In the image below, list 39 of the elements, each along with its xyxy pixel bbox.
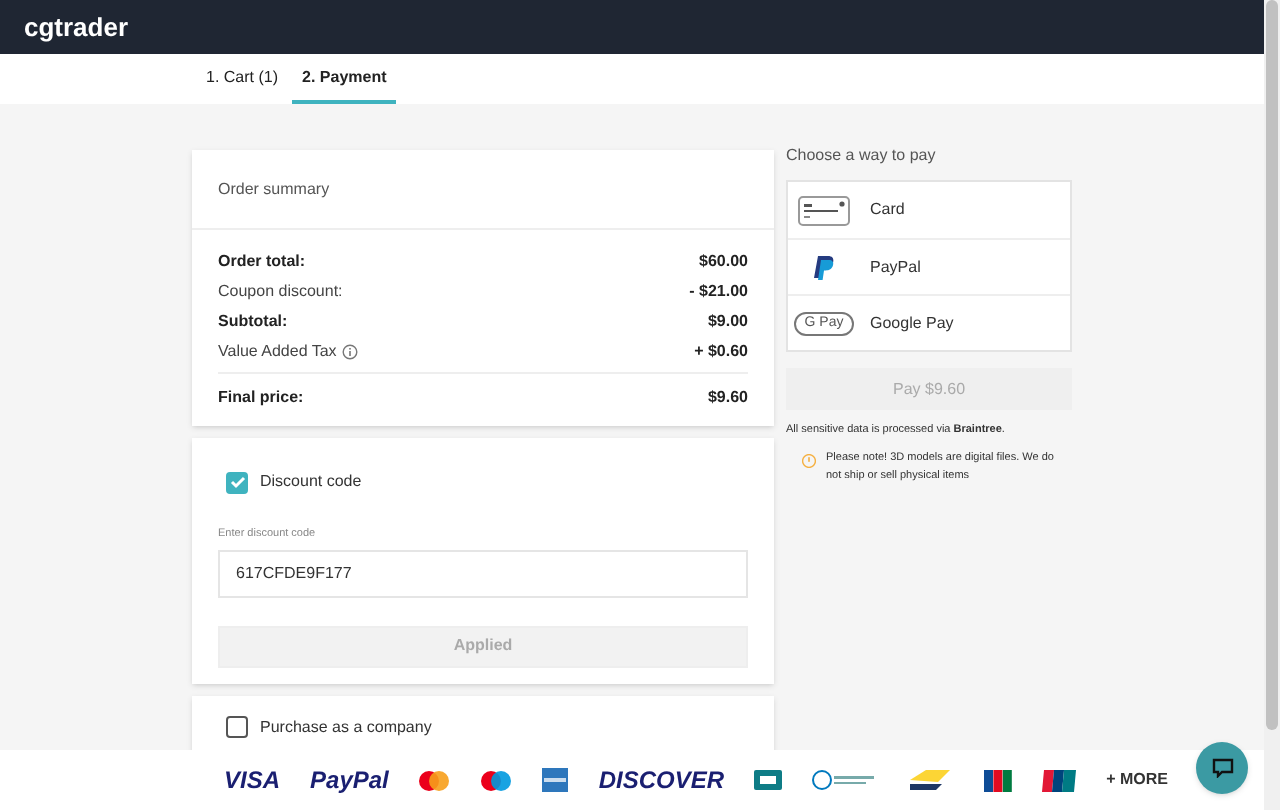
brand-logo-text: DISCOVER — [598, 764, 725, 798]
diners-club-icon — [812, 770, 877, 790]
checkbox-label: Discount code — [260, 470, 362, 494]
jcb-icon — [984, 769, 1013, 791]
final-price-label: Final price: — [218, 386, 304, 410]
section-title: Choose a way to pay — [786, 144, 938, 168]
step-tab[interactable]: 2. Payment — [292, 54, 397, 104]
summary-label: Value Added Tax — [218, 339, 337, 363]
card-title: Order summary — [218, 177, 330, 201]
summary-value: + $0.60 — [694, 339, 748, 363]
payment-method-option[interactable]: PayPal — [788, 238, 1070, 294]
more-link[interactable]: + MORE — [1106, 768, 1168, 792]
card-icon — [798, 195, 850, 225]
checkbox-label: Purchase as a company — [260, 715, 432, 740]
brand-logo-text: VISA — [224, 764, 281, 798]
checkbox[interactable] — [226, 716, 248, 739]
amex-icon — [542, 768, 569, 792]
summary-value: $60.00 — [699, 249, 748, 273]
summary-label: Coupon discount: — [218, 279, 343, 303]
info-icon — [342, 343, 359, 359]
discount-code-field[interactable]: 617CFDE9F177 — [218, 549, 748, 598]
step-tab[interactable]: 1. Cart (1) — [196, 54, 289, 104]
cb-card-icon — [754, 770, 783, 790]
chat-icon — [1211, 758, 1233, 778]
summary-label: Subtotal: — [218, 309, 288, 333]
paypal-icon — [814, 255, 834, 279]
summary-label: Order total: — [218, 249, 306, 273]
logo[interactable]: cgtrader — [24, 7, 129, 47]
payment-method-option[interactable]: Card — [788, 182, 1070, 238]
maestro-icon — [480, 769, 513, 791]
checkbox[interactable] — [226, 471, 248, 493]
brand-logo-text: PayPal — [310, 764, 389, 798]
final-price-value: $9.60 — [707, 386, 748, 410]
summary-value: - $21.00 — [689, 279, 748, 303]
mastercard-icon — [418, 769, 451, 791]
unionpay-icon — [1042, 769, 1077, 791]
bancontact-icon — [906, 768, 955, 792]
summary-value: $9.00 — [707, 309, 748, 333]
warning-icon — [802, 454, 816, 469]
